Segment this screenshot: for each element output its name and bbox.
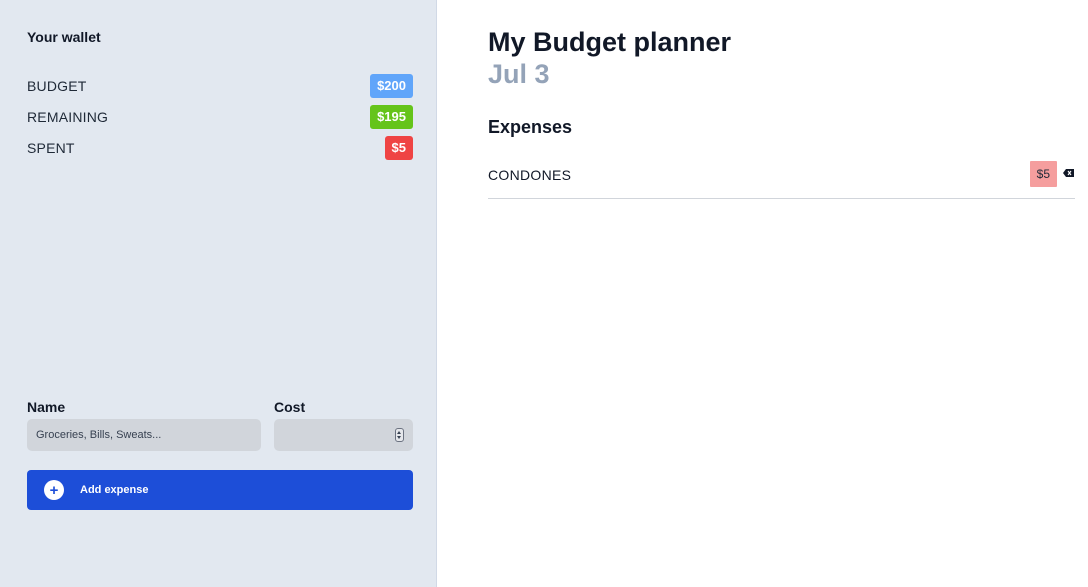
remaining-badge: $195 (370, 105, 413, 129)
spent-label: SPENT (27, 140, 75, 156)
add-expense-button[interactable]: + Add expense (27, 470, 413, 510)
name-input[interactable] (27, 419, 261, 451)
stat-row-budget: BUDGET $200 (27, 73, 413, 99)
spent-badge: $5 (384, 136, 413, 160)
number-spinner-icon[interactable] (395, 428, 404, 442)
page-date: Jul 3 (488, 59, 550, 89)
wallet-title: Your wallet (27, 29, 101, 45)
budget-badge: $200 (370, 74, 413, 98)
cost-label: Cost (274, 399, 306, 415)
backspace-icon[interactable] (1063, 169, 1074, 177)
name-label: Name (27, 399, 66, 415)
budget-label: BUDGET (27, 78, 87, 94)
stat-row-spent: SPENT $5 (27, 135, 413, 161)
expense-cost-badge: $5 (1029, 161, 1057, 187)
expense-row: CONDONES $5 (488, 160, 1075, 199)
main-panel: My Budget planner Jul 3 Expenses CONDONE… (437, 0, 1088, 587)
cost-input[interactable] (274, 419, 413, 451)
stat-row-remaining: REMAINING $195 (27, 104, 413, 130)
wallet-sidebar: Your wallet BUDGET $200 REMAINING $195 S… (0, 0, 437, 587)
expenses-title: Expenses (488, 117, 573, 137)
add-expense-label: Add expense (80, 484, 149, 496)
page-title: My Budget planner (488, 27, 732, 57)
expense-name: CONDONES (488, 167, 572, 183)
budget-app: Your wallet BUDGET $200 REMAINING $195 S… (0, 0, 1088, 587)
plus-circle-icon: + (44, 480, 64, 500)
remaining-label: REMAINING (27, 109, 109, 125)
